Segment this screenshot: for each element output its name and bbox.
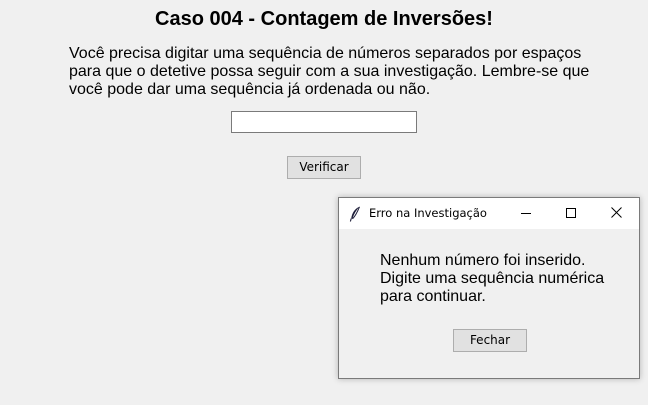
instructions-line: para que o detetive possa seguir com a s… [69,63,590,80]
minimize-icon [520,205,531,223]
maximize-icon [565,205,576,223]
close-dialog-button[interactable]: Fechar [453,329,527,352]
instructions-line: Você precisa digitar uma sequência de nú… [69,45,582,62]
close-window-button[interactable] [594,198,639,229]
maximize-button[interactable] [548,198,593,229]
verify-button[interactable]: Verificar [287,156,361,179]
feather-icon [349,206,361,222]
sequence-input[interactable] [231,111,417,133]
minimize-button[interactable] [503,198,548,229]
error-dialog: Erro na Investigação Nenhum número foi i… [338,197,640,379]
close-icon [611,205,622,223]
dialog-message: Nenhum número foi inserido. Digite uma s… [380,252,630,306]
instructions-text: Você precisa digitar uma sequência de nú… [69,45,609,99]
dialog-titlebar[interactable]: Erro na Investigação [339,198,639,229]
dialog-message-line: Digite uma sequência numérica [380,270,605,287]
page-title: Caso 004 - Contagem de Inversões! [155,8,493,30]
dialog-message-line: Nenhum número foi inserido. [380,252,586,269]
dialog-title: Erro na Investigação [369,206,487,220]
dialog-message-line: para continuar. [380,288,486,305]
instructions-line: você pode dar uma sequência já ordenada … [69,81,431,98]
